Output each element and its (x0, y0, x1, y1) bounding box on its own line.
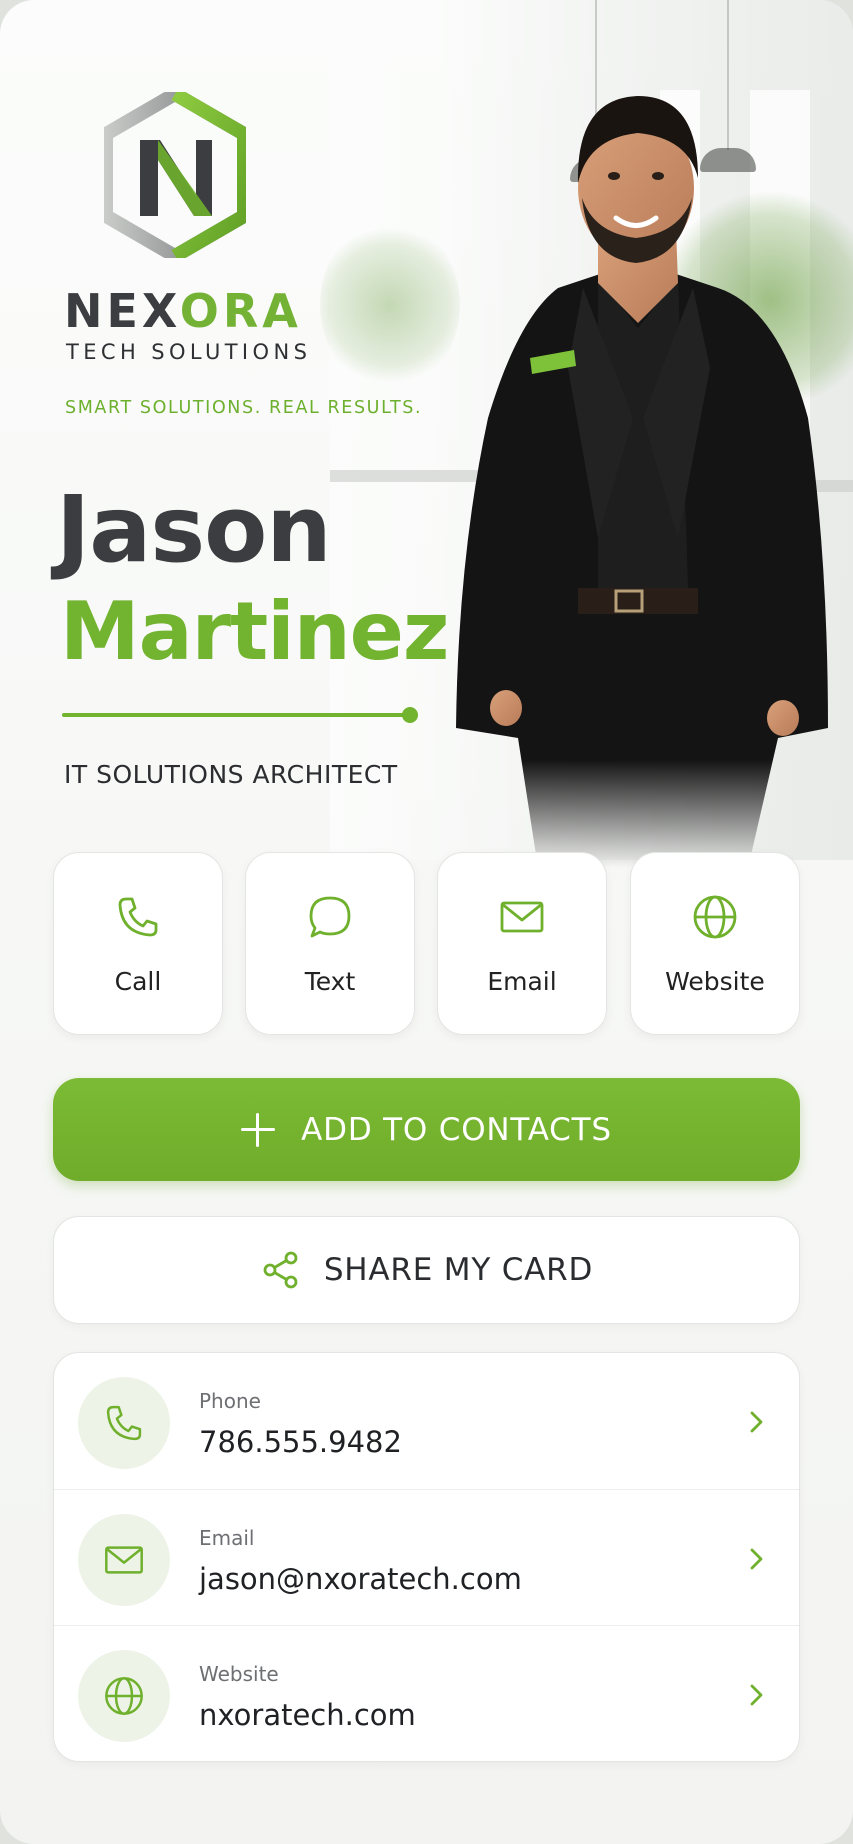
globe-icon (105, 1677, 143, 1715)
brand-subtitle: TECH SOLUTIONS (66, 340, 312, 364)
share-icon (263, 1251, 298, 1289)
contact-row-phone[interactable]: Phone 786.555.9482 (54, 1353, 799, 1489)
envelope-icon-bubble (78, 1514, 170, 1606)
job-title: IT SOLUTIONS ARCHITECT (64, 760, 398, 789)
share-card-button[interactable]: SHARE MY CARD (53, 1216, 800, 1324)
brand-name: NEXORA (64, 284, 302, 338)
contact-row-label: Phone (199, 1389, 261, 1413)
share-card-label: SHARE MY CARD (323, 1252, 594, 1288)
business-card: NEXORA TECH SOLUTIONS SMART SOLUTIONS. R… (0, 0, 853, 1844)
phone-icon (118, 897, 158, 937)
last-name: Martinez (60, 585, 449, 678)
plus-icon (241, 1112, 276, 1147)
contact-row-email[interactable]: Email jason@nxoratech.com (54, 1489, 799, 1625)
contact-row-label: Website (199, 1662, 279, 1686)
chat-bubble-icon (309, 896, 351, 938)
contact-row-label: Email (199, 1526, 255, 1550)
contact-info-list: Phone 786.555.9482 Email jason@nxoratech… (53, 1352, 800, 1762)
contact-row-website[interactable]: Website nxoratech.com (54, 1625, 799, 1761)
envelope-icon (105, 1546, 143, 1574)
brand-name-accent: ORA (179, 284, 302, 338)
chevron-right-icon (750, 1548, 763, 1570)
chevron-right-icon (750, 1684, 763, 1706)
phone-icon-bubble (78, 1377, 170, 1469)
contact-row-value: 786.555.9482 (199, 1425, 402, 1459)
call-label: Call (114, 967, 162, 996)
name-divider-dot (402, 707, 418, 723)
nexora-logo (104, 92, 246, 258)
add-to-contacts-label: ADD TO CONTACTS (301, 1111, 612, 1148)
portrait-photo (456, 96, 828, 868)
contact-row-value: jason@nxoratech.com (199, 1562, 522, 1596)
website-label: Website (665, 967, 765, 996)
brand-tagline: SMART SOLUTIONS. REAL RESULTS. (65, 398, 423, 418)
phone-icon (106, 1405, 142, 1441)
envelope-icon (500, 901, 544, 933)
text-label: Text (304, 967, 356, 996)
text-button[interactable]: Text (245, 852, 415, 1035)
website-button[interactable]: Website (630, 852, 800, 1035)
first-name: Jason (56, 476, 332, 583)
brand-name-main: NEX (64, 284, 180, 338)
call-button[interactable]: Call (53, 852, 223, 1035)
globe-icon-bubble (78, 1650, 170, 1742)
name-divider (62, 713, 408, 717)
plant (320, 220, 460, 390)
globe-icon (693, 895, 737, 939)
email-label: Email (487, 967, 557, 996)
contact-row-value: nxoratech.com (199, 1698, 416, 1732)
email-button[interactable]: Email (437, 852, 607, 1035)
add-to-contacts-button[interactable]: ADD TO CONTACTS (53, 1078, 800, 1181)
chevron-right-icon (750, 1411, 763, 1433)
